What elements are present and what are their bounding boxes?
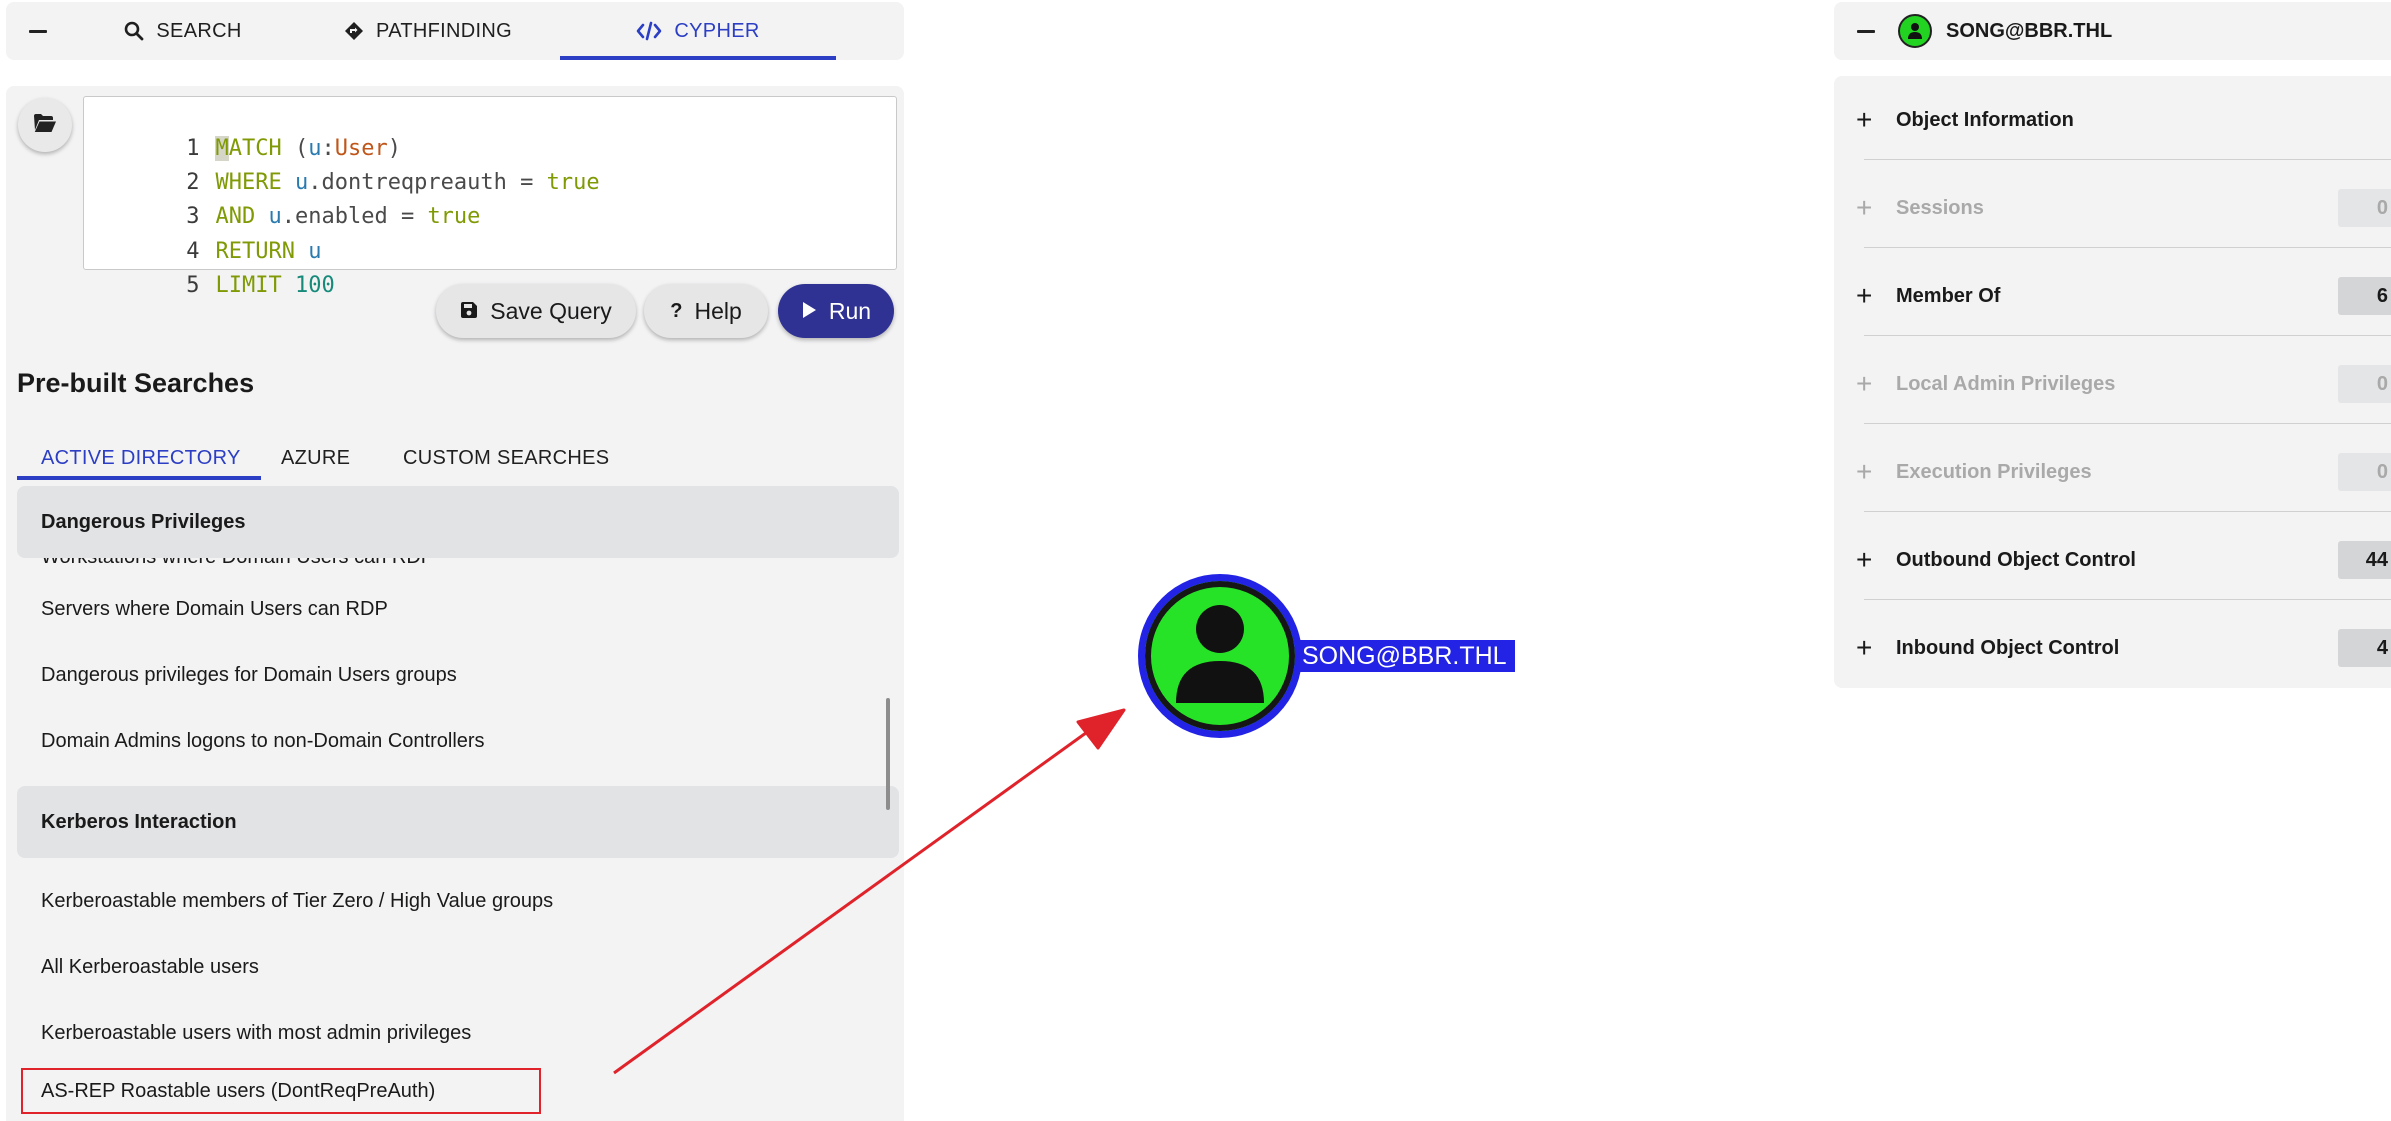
count-badge: 6 [2338, 277, 2391, 315]
section-label: Local Admin Privileges [1896, 373, 2116, 395]
section-label: Inbound Object Control [1896, 637, 2120, 659]
entity-header: SONG@BBR.THL [1834, 2, 2391, 60]
user-icon [1170, 599, 1270, 714]
count-badge: 0 [2338, 365, 2391, 403]
section-label: Sessions [1896, 197, 1984, 219]
section-label: Execution Privileges [1896, 461, 2092, 483]
divider [1864, 511, 2391, 512]
expand-icon: + [1856, 280, 1873, 311]
minus-icon [1857, 29, 1875, 33]
count-badge: 44 [2338, 541, 2391, 579]
expand-icon: + [1856, 456, 1873, 487]
count-badge: 0 [2338, 453, 2391, 491]
section-label: Object Information [1896, 109, 2074, 131]
entity-title: SONG@BBR.THL [1946, 19, 2113, 42]
section-outbound-object-control[interactable]: + Outbound Object Control 44 [1834, 516, 2391, 604]
graph-node-label[interactable]: SONG@BBR.THL [1300, 640, 1515, 672]
expand-icon: + [1856, 104, 1873, 135]
section-member-of[interactable]: + Member Of 6 [1834, 252, 2391, 340]
user-avatar-icon [1898, 14, 1932, 48]
count-badge: 0 [2338, 189, 2391, 227]
section-sessions[interactable]: + Sessions 0 [1834, 164, 2391, 252]
divider [1864, 423, 2391, 424]
divider [1864, 247, 2391, 248]
section-inbound-object-control[interactable]: + Inbound Object Control 4 [1834, 604, 2391, 692]
collapse-entity-panel-button[interactable] [1834, 2, 1898, 60]
expand-icon: + [1856, 192, 1873, 223]
section-object-information[interactable]: + Object Information [1834, 76, 2391, 164]
count-badge: 4 [2338, 629, 2391, 667]
section-label: Member Of [1896, 285, 2001, 307]
entity-sections: + Object Information + Sessions 0 + Memb… [1834, 76, 2391, 688]
expand-icon: + [1856, 368, 1873, 399]
section-local-admin-privileges[interactable]: + Local Admin Privileges 0 [1834, 340, 2391, 428]
graph-node-user[interactable] [1138, 574, 1302, 738]
section-label: Outbound Object Control [1896, 549, 2136, 571]
divider [1864, 335, 2391, 336]
section-execution-privileges[interactable]: + Execution Privileges 0 [1834, 428, 2391, 516]
expand-icon: + [1856, 632, 1873, 663]
expand-icon: + [1856, 544, 1873, 575]
divider [1864, 599, 2391, 600]
divider [1864, 159, 2391, 160]
